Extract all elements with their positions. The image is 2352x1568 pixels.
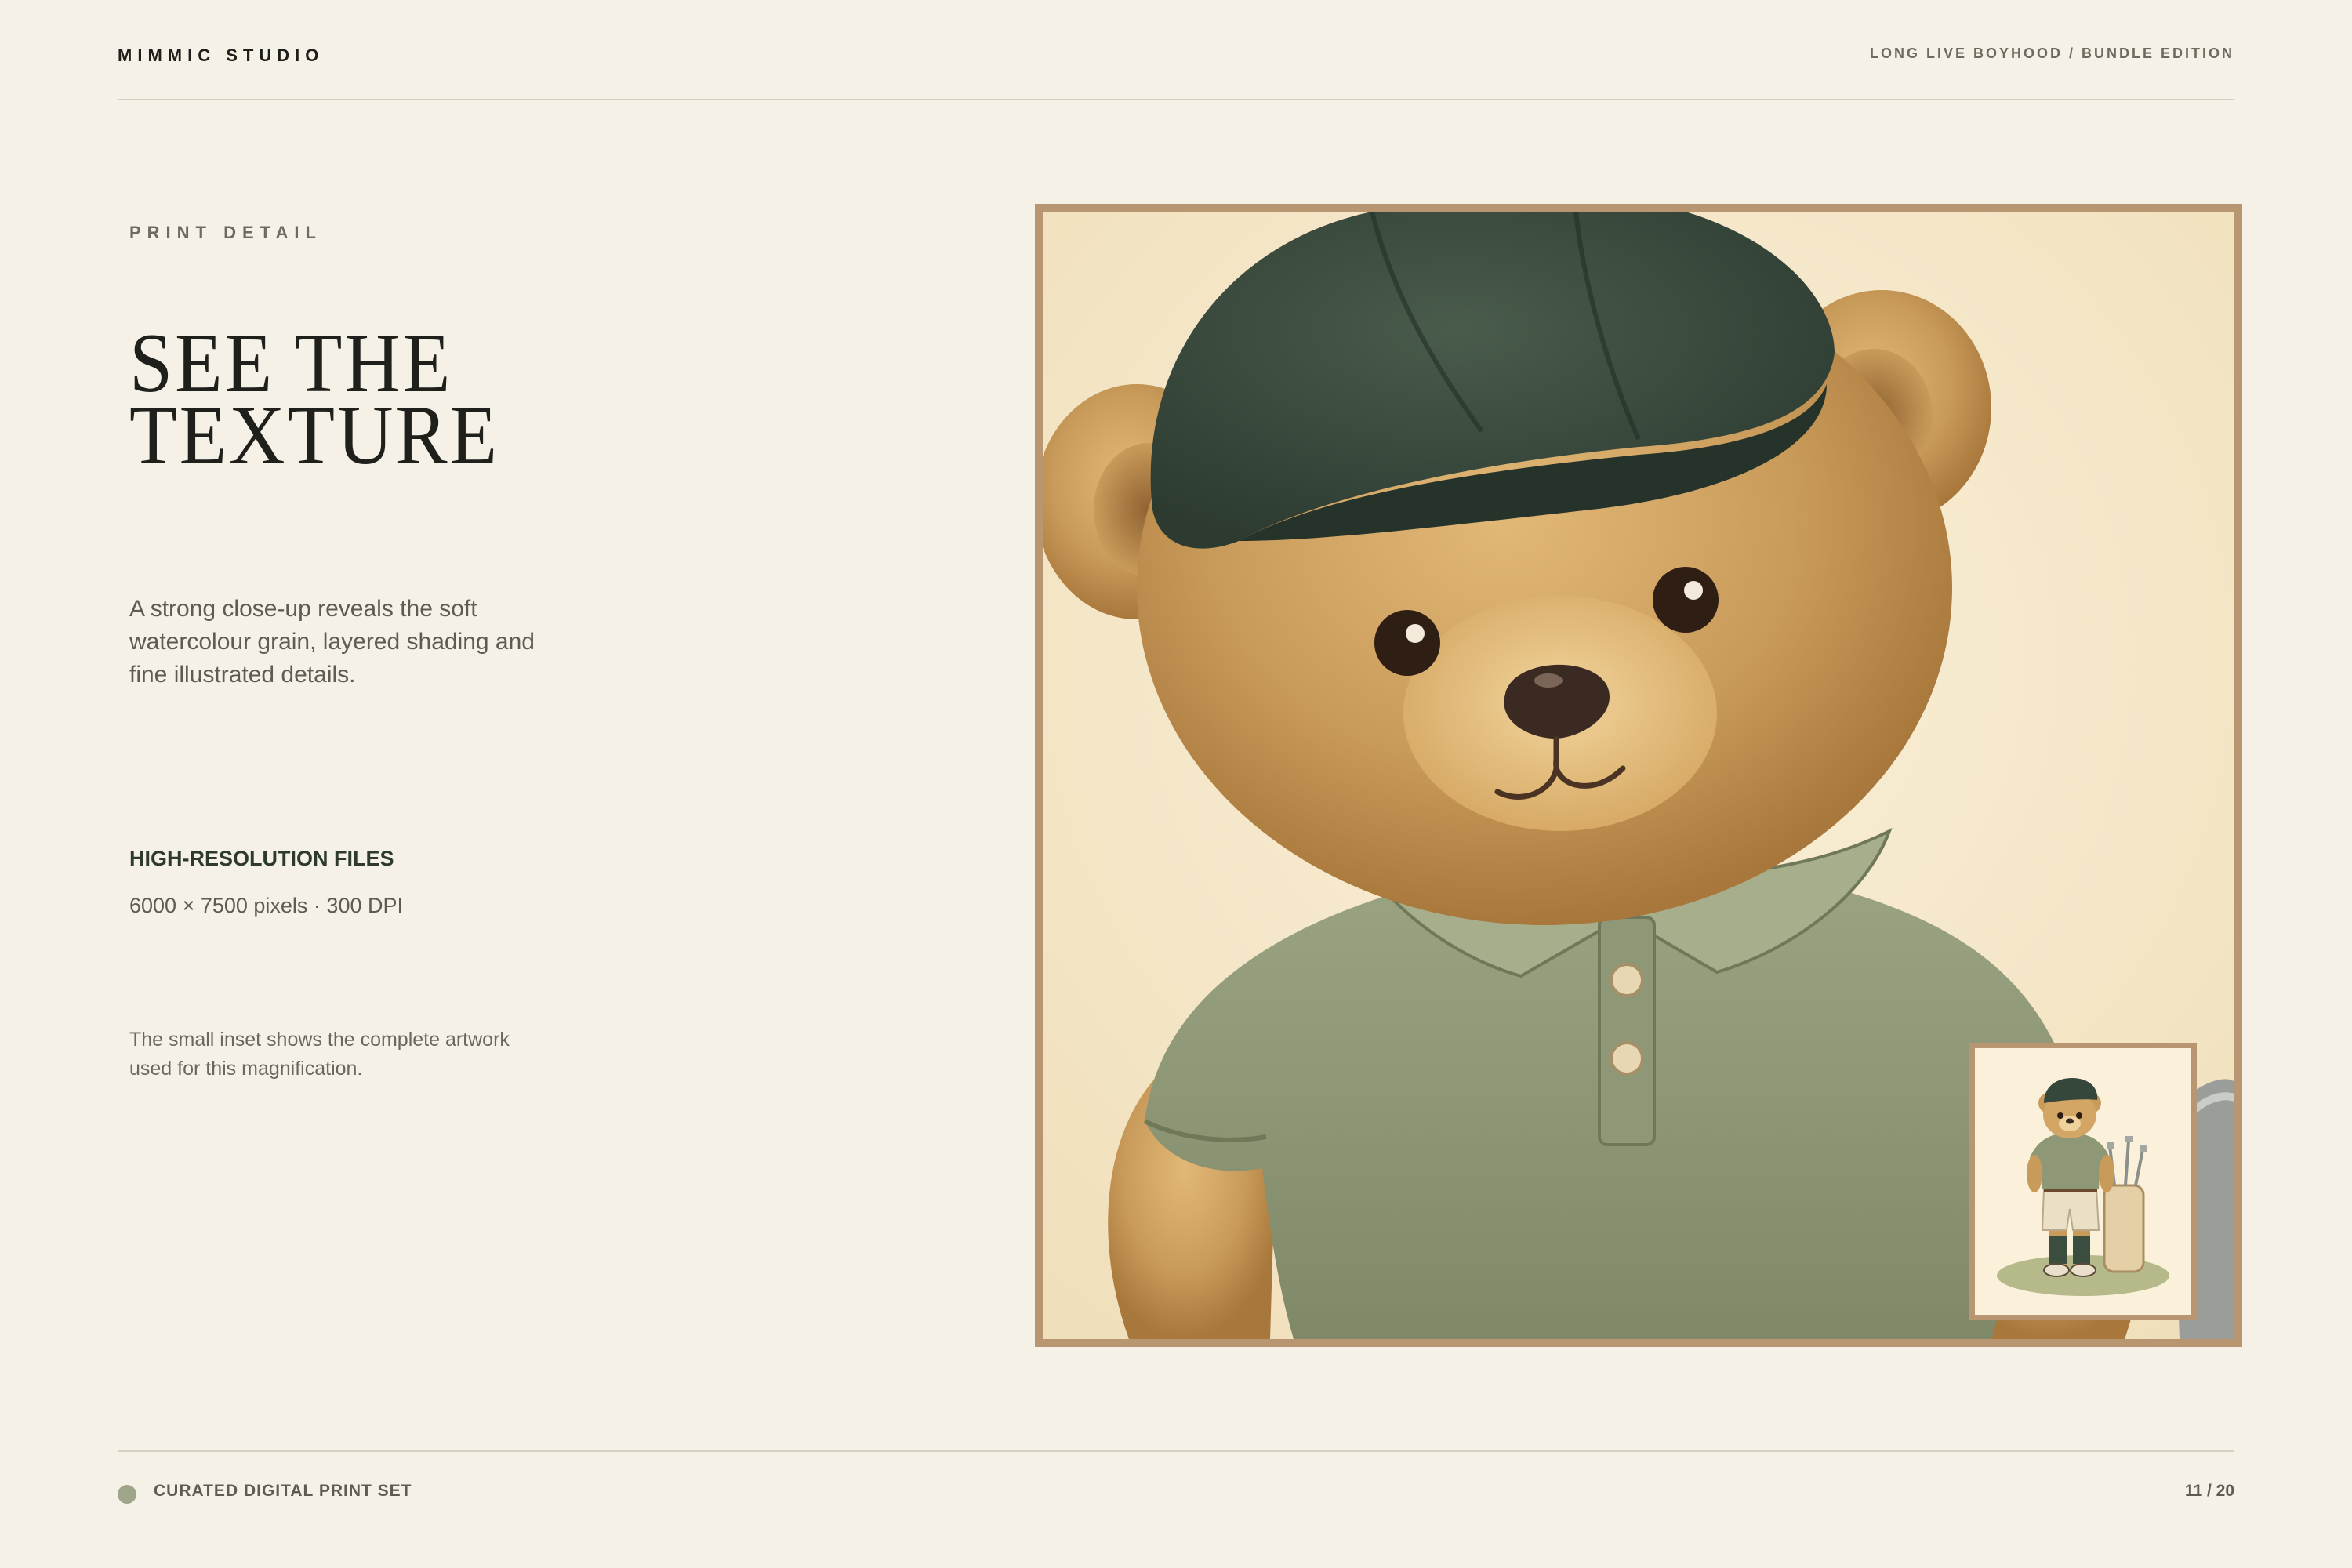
page-footer: CURATED DIGITAL PRINT SET 11 / 20 bbox=[118, 1450, 2234, 1530]
edition-label: LONG LIVE BOYHOOD / BUNDLE EDITION bbox=[1869, 45, 2234, 61]
bear-left-eye bbox=[1374, 610, 1440, 676]
golf-bag bbox=[2103, 1184, 2145, 1273]
footer-label: CURATED DIGITAL PRINT SET bbox=[154, 1482, 412, 1500]
artwork-frame bbox=[1035, 204, 2242, 1347]
lede-paragraph: A strong close-up reveals the soft water… bbox=[129, 596, 535, 688]
title-line-2: TEXTURE bbox=[129, 389, 499, 482]
spec-value: 6000 × 7500 pixels · 300 DPI bbox=[129, 894, 403, 917]
teddy-bear-golfer-full bbox=[1975, 1048, 2191, 1315]
page-number: 11 / 20 bbox=[2184, 1482, 2234, 1500]
spec-label: HIGH-RESOLUTION FILES bbox=[129, 847, 394, 870]
page-header: MIMMIC STUDIO LONG LIVE BOYHOOD / BUNDLE… bbox=[118, 44, 2234, 100]
page-title: SEE THE TEXTURE bbox=[129, 321, 533, 482]
brand-name: MIMMIC STUDIO bbox=[118, 45, 325, 65]
bear-right-eye bbox=[1653, 567, 1719, 633]
artwork-inset bbox=[1969, 1043, 2197, 1320]
shirt-button bbox=[1610, 963, 1644, 997]
status-dot bbox=[118, 1485, 136, 1504]
inset-note: The small inset shows the complete artwo… bbox=[129, 1029, 510, 1080]
shirt-button bbox=[1610, 1041, 1644, 1076]
section-eyebrow: PRINT DETAIL bbox=[129, 223, 322, 242]
